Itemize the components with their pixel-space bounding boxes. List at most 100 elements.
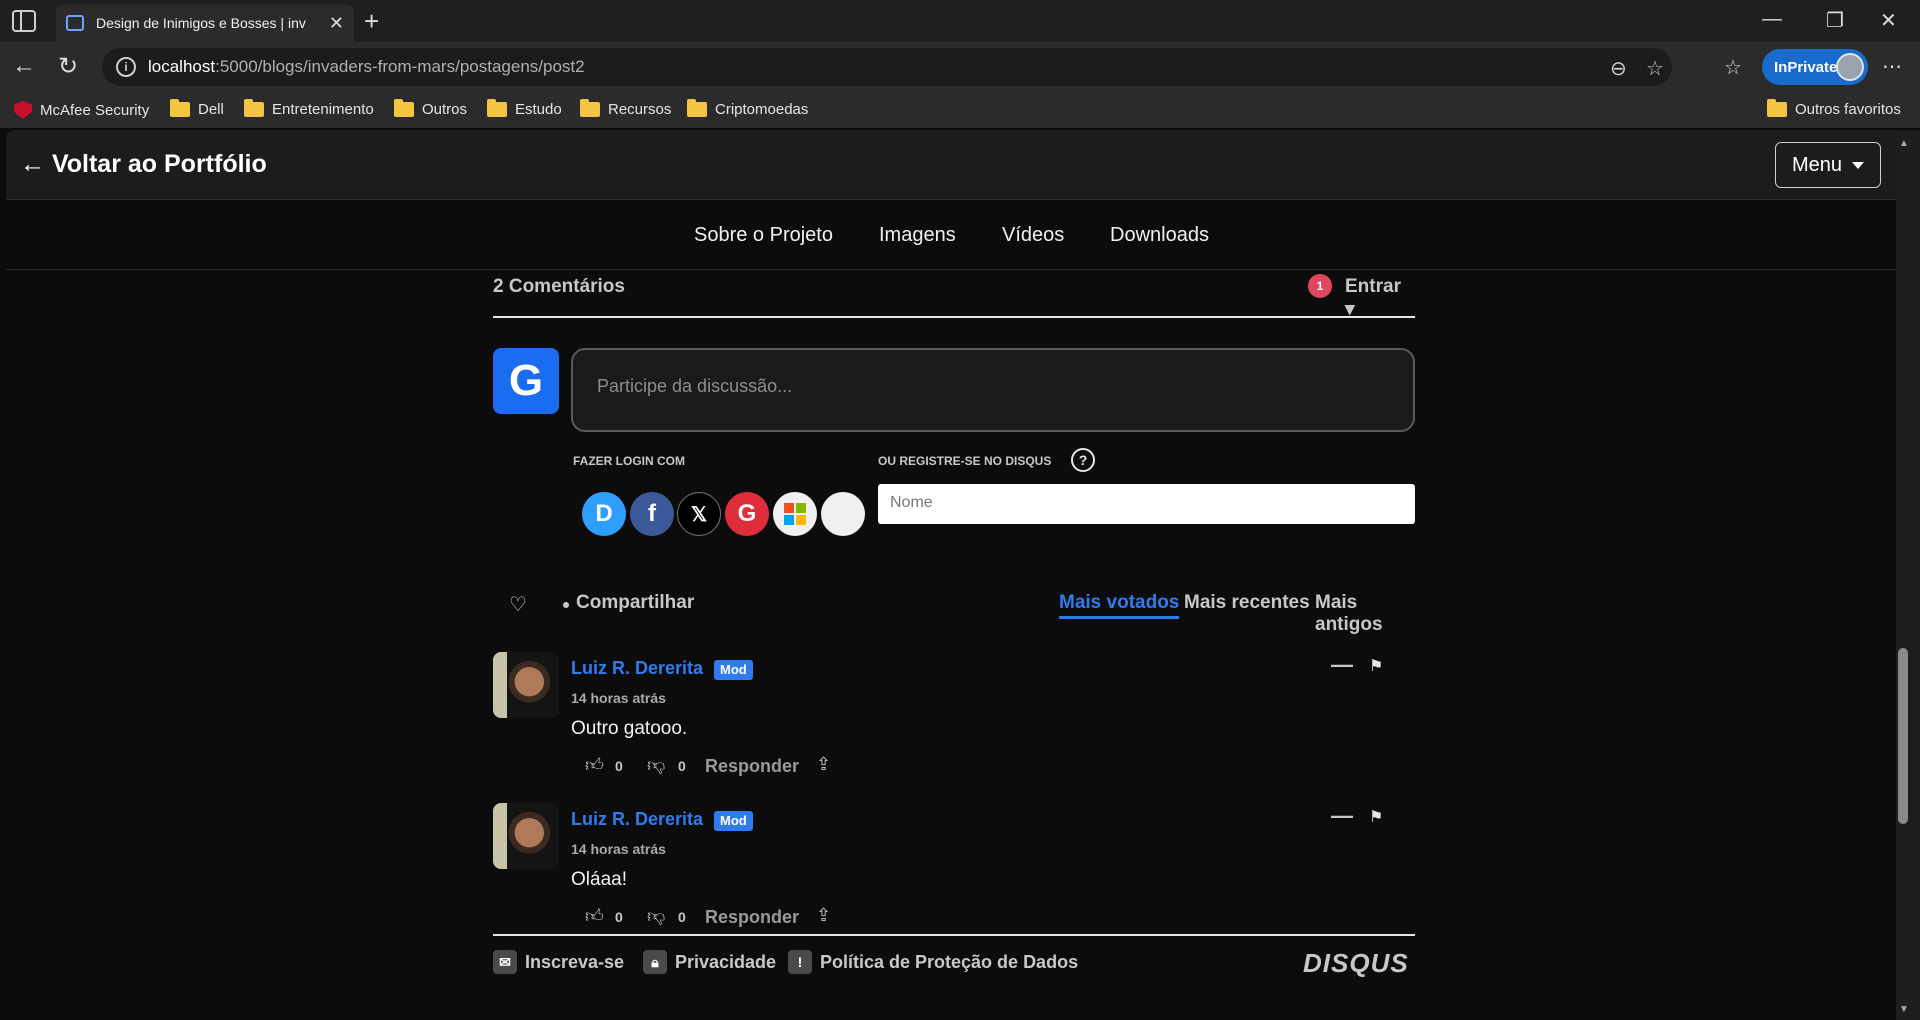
close-tab-icon[interactable]: ✕ xyxy=(329,13,344,34)
reply-button[interactable]: Responder xyxy=(705,907,799,928)
bookmark-mcafee[interactable]: McAfee Security xyxy=(14,101,149,119)
bookmark-outros[interactable]: Outros xyxy=(394,99,468,118)
favorite-star-icon[interactable]: ☆ xyxy=(1646,56,1664,81)
reply-button[interactable]: Responder xyxy=(705,756,799,777)
back-to-portfolio-link[interactable]: ← Voltar ao Portfólio xyxy=(20,150,267,179)
share-button[interactable]: Compartilhar xyxy=(576,592,694,614)
data-policy-label: Política de Proteção de Dados xyxy=(820,951,1079,972)
address-bar[interactable]: i localhost:5000/blogs/invaders-from-mar… xyxy=(102,48,1672,86)
favicon-icon xyxy=(66,15,84,31)
comment-timestamp[interactable]: 14 horas atrás xyxy=(571,841,666,857)
flag-icon[interactable]: ⚑ xyxy=(1369,807,1383,827)
sort-tab-oldest[interactable]: Mais antigos xyxy=(1315,592,1415,636)
collapse-icon[interactable]: — xyxy=(1331,803,1353,829)
data-policy-link[interactable]: ! Política de Proteção de Dados xyxy=(788,950,1078,974)
menu-label: Menu xyxy=(1791,153,1843,176)
bookmark-criptomoedas[interactable]: Criptomoedas xyxy=(687,99,809,118)
browser-tab-active[interactable]: Design de Inimigos e Bosses | inv ✕ xyxy=(56,4,354,42)
google-login-icon[interactable]: G xyxy=(725,492,769,536)
inprivate-label: InPrivate xyxy=(1774,58,1838,76)
x-login-icon[interactable]: 𝕏 xyxy=(677,492,721,536)
new-tab-icon[interactable]: + xyxy=(364,6,379,37)
inprivate-button[interactable]: InPrivate xyxy=(1762,49,1868,85)
mail-icon: ✉ xyxy=(493,950,517,974)
tab-actions-icon[interactable] xyxy=(12,10,36,32)
bullet-icon xyxy=(563,602,569,608)
folder-icon xyxy=(244,99,264,117)
bookmark-recursos[interactable]: Recursos xyxy=(580,99,672,118)
disqus-logo[interactable]: DISQUS xyxy=(1303,948,1409,979)
bookmark-outros-favoritos[interactable]: Outros favoritos xyxy=(1767,99,1901,118)
scroll-up-icon[interactable]: ▲ xyxy=(1899,138,1909,149)
name-field[interactable]: Nome xyxy=(878,484,1415,524)
comment-author[interactable]: Luiz R. Dererita xyxy=(571,658,703,679)
privacy-link[interactable]: 🔒︎ Privacidade xyxy=(643,950,776,974)
upvote-count: 0 xyxy=(615,758,623,774)
login-dropdown[interactable]: Entrar ▾ xyxy=(1345,276,1415,321)
page-scrollbar[interactable] xyxy=(1896,130,1920,1020)
scroll-down-icon[interactable]: ▼ xyxy=(1899,1004,1909,1015)
sort-tab-top[interactable]: Mais votados xyxy=(1059,592,1180,619)
bookmark-label: Dell xyxy=(198,101,224,118)
login-with-label: FAZER LOGIN COM xyxy=(573,454,685,468)
sort-tab-newest[interactable]: Mais recentes xyxy=(1184,592,1310,614)
disqus-header: 2 Comentários 1 Entrar ▾ xyxy=(493,272,1415,321)
comment-timestamp[interactable]: 14 horas atrás xyxy=(571,690,666,706)
folder-icon xyxy=(687,99,707,117)
bookmark-estudo[interactable]: Estudo xyxy=(487,99,562,118)
bookmark-label: Recursos xyxy=(608,101,672,118)
avatar[interactable] xyxy=(493,652,559,718)
subnav-imagens[interactable]: Imagens xyxy=(879,224,956,247)
folder-icon xyxy=(487,99,507,117)
favorites-icon[interactable]: ☆ xyxy=(1724,55,1742,80)
bookmark-dell[interactable]: Dell xyxy=(170,99,224,118)
folder-icon xyxy=(170,99,190,117)
bookmark-label: Outros xyxy=(422,101,468,118)
share-icon[interactable]: ⇪ xyxy=(816,905,831,926)
comment-item: Luiz R. Dererita Mod 14 horas atrás Oláa… xyxy=(493,803,1415,953)
subscribe-link[interactable]: ✉ Inscreva-se xyxy=(493,950,624,974)
back-arrow-icon[interactable]: ← xyxy=(12,52,36,80)
comment-text: Outro gatooo. xyxy=(571,718,688,739)
bookmark-label: McAfee Security xyxy=(40,101,150,119)
share-icon[interactable]: ⇪ xyxy=(816,754,831,775)
lock-icon: 🔒︎ xyxy=(643,950,667,974)
thumbs-down-icon[interactable]: 👎︎ xyxy=(647,905,665,927)
site-info-icon[interactable]: i xyxy=(116,57,136,77)
microsoft-login-icon[interactable] xyxy=(773,492,817,536)
url-text[interactable]: localhost:5000/blogs/invaders-from-mars/… xyxy=(148,57,585,77)
facebook-login-icon[interactable]: f xyxy=(630,492,674,536)
avatar[interactable] xyxy=(493,803,559,869)
close-window-icon[interactable]: ✕ xyxy=(1880,8,1897,33)
disqus-login-icon[interactable]: D xyxy=(582,492,626,536)
subnav-sobre[interactable]: Sobre o Projeto xyxy=(694,224,833,247)
restore-icon[interactable]: ❐ xyxy=(1826,8,1844,33)
bookmark-label: Criptomoedas xyxy=(715,101,809,118)
scrollbar-thumb[interactable] xyxy=(1898,648,1908,824)
thumbs-up-icon[interactable]: 👍︎ xyxy=(585,754,604,776)
help-icon[interactable]: ? xyxy=(1071,448,1095,472)
subnav-downloads[interactable]: Downloads xyxy=(1110,224,1209,247)
comment-author[interactable]: Luiz R. Dererita xyxy=(571,809,703,830)
collapse-icon[interactable]: — xyxy=(1331,652,1353,678)
bookmark-entretenimento[interactable]: Entretenimento xyxy=(244,99,374,118)
subnav-videos[interactable]: Vídeos xyxy=(1002,224,1064,247)
thumbs-up-icon[interactable]: 👍︎ xyxy=(585,905,604,927)
heart-icon[interactable]: ♡ xyxy=(509,592,527,617)
notification-badge[interactable]: 1 xyxy=(1308,274,1332,298)
minimize-icon[interactable]: — xyxy=(1762,8,1782,31)
reader-icon[interactable]: ⊖ xyxy=(1610,56,1627,81)
subscribe-label: Inscreva-se xyxy=(525,951,625,972)
refresh-icon[interactable]: ↻ xyxy=(58,52,78,81)
menu-button[interactable]: Menu xyxy=(1775,142,1881,188)
disqus-footer: ✉ Inscreva-se 🔒︎ Privacidade ! Política … xyxy=(493,934,1415,994)
more-options-icon[interactable]: ⋯ xyxy=(1882,54,1902,79)
bookmark-label: Entretenimento xyxy=(272,101,374,118)
comment-input[interactable]: Participe da discussão... xyxy=(571,348,1415,432)
comment-item: Luiz R. Dererita Mod 14 horas atrás Outr… xyxy=(493,652,1415,802)
flag-icon[interactable]: ⚑ xyxy=(1369,656,1383,676)
thumbs-down-icon[interactable]: 👎︎ xyxy=(647,754,665,776)
upvote-count: 0 xyxy=(615,909,623,925)
folder-icon xyxy=(580,99,600,117)
apple-login-icon[interactable] xyxy=(821,492,865,536)
